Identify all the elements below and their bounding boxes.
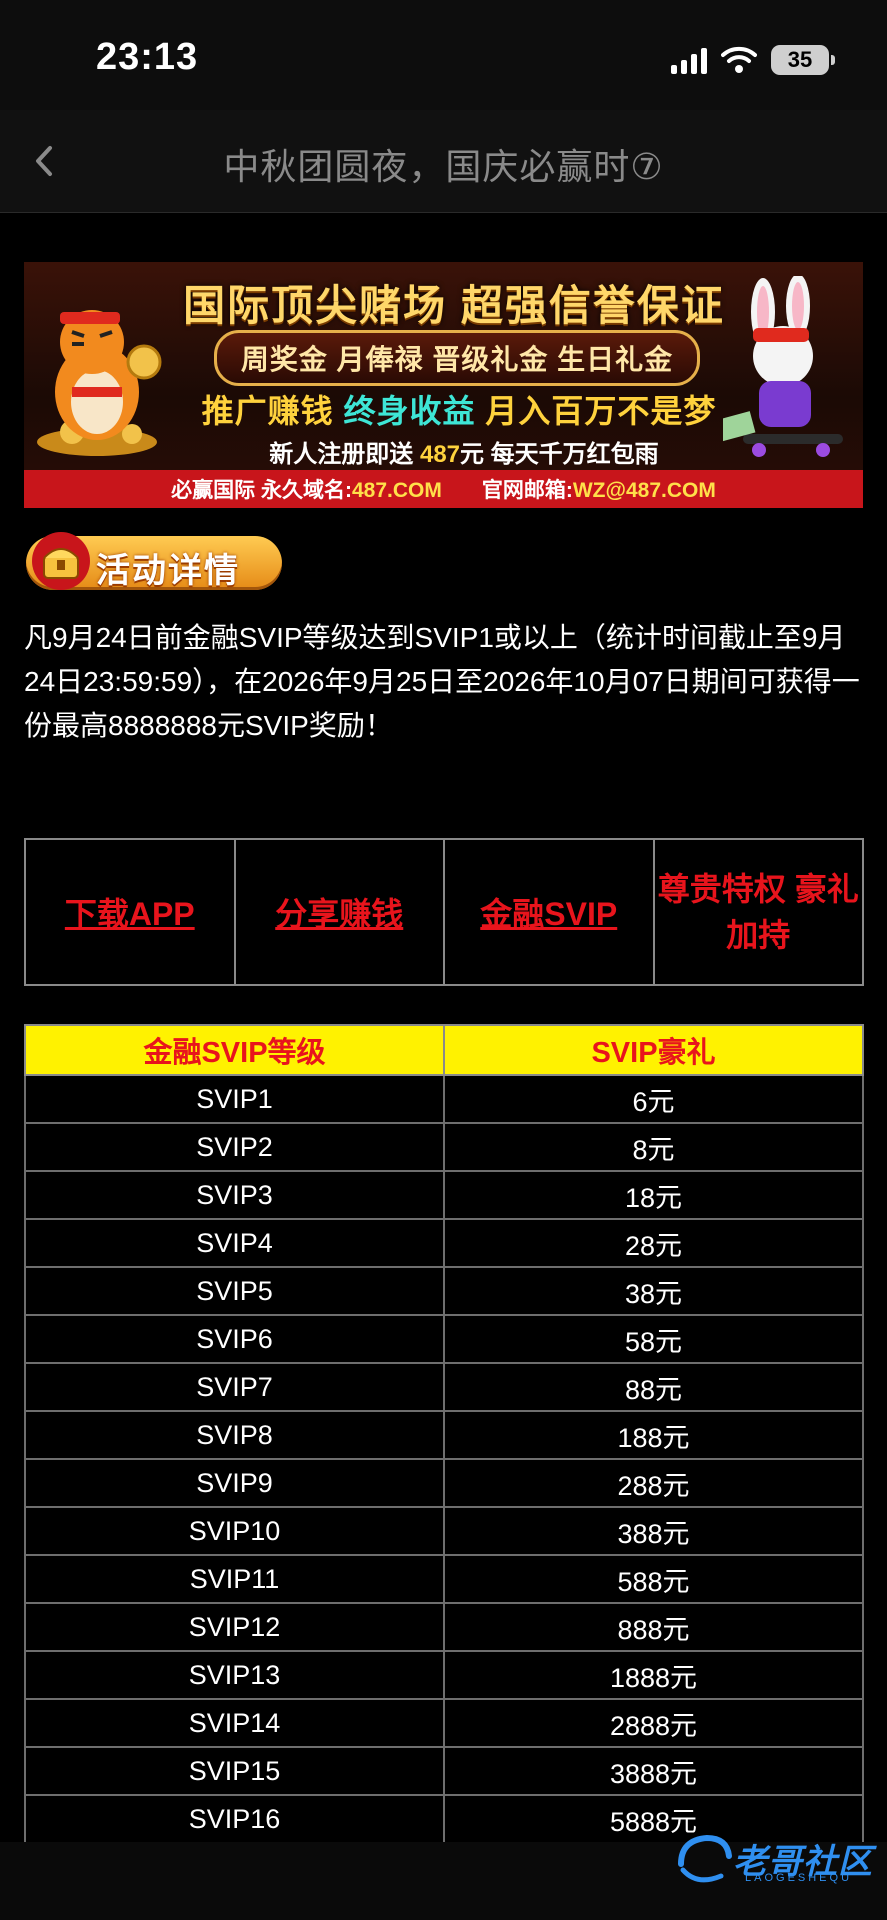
tiger-mascot-icon bbox=[37, 310, 162, 456]
footer-domain-label: 必赢国际 永久域名: bbox=[171, 479, 352, 502]
reward-cell: 28元 bbox=[443, 1218, 864, 1268]
cellular-signal-icon bbox=[671, 46, 707, 74]
status-icons: 35 bbox=[671, 42, 835, 78]
level-cell: SVIP15 bbox=[24, 1746, 445, 1796]
reward-cell: 3888元 bbox=[443, 1746, 864, 1796]
download-app-link[interactable]: 下载APP bbox=[65, 896, 195, 932]
slogan-million: 月入百万不是梦 bbox=[485, 393, 717, 429]
quick-links-row: 下载APP 分享赚钱 金融SVIP 尊贵特权 豪礼加持 bbox=[24, 838, 864, 986]
event-description: 凡9月24日前金融SVIP等级达到SVIP1或以上（统计时间截止至9月24日23… bbox=[24, 622, 860, 741]
table-row: SVIP3 18元 bbox=[24, 1170, 864, 1220]
footer-domain: 必赢国际 永久域名:487.COM bbox=[171, 474, 442, 504]
banner-slogan: 推广赚钱 终身收益 月入百万不是梦 bbox=[179, 386, 739, 432]
reward-cell: 6元 bbox=[443, 1074, 864, 1124]
header-level: 金融SVIP等级 bbox=[24, 1024, 445, 1076]
table-row: SVIP10 388元 bbox=[24, 1506, 864, 1556]
promo-banner[interactable]: 国际顶尖赌场 超强信誉保证 周奖金 月俸禄 晋级礼金 生日礼金 推广赚钱 终身收… bbox=[24, 262, 863, 508]
level-cell: SVIP7 bbox=[24, 1362, 445, 1412]
reward-cell: 18元 bbox=[443, 1170, 864, 1220]
slogan-promote: 推广赚钱 bbox=[201, 393, 334, 429]
quick-links-table: 下载APP 分享赚钱 金融SVIP 尊贵特权 豪礼加持 bbox=[24, 838, 864, 986]
watermark-logo: 老哥社区 LAOGESHEQU bbox=[673, 1826, 873, 1896]
footer-email-value: WZ@487.COM bbox=[572, 479, 716, 502]
reward-cell: 588元 bbox=[443, 1554, 864, 1604]
footer-domain-value: 487.COM bbox=[351, 479, 442, 502]
header-reward: SVIP豪礼 bbox=[443, 1024, 864, 1076]
link-cell-share: 分享赚钱 bbox=[233, 838, 445, 986]
table-row: SVIP13 1888元 bbox=[24, 1650, 864, 1700]
slogan-lifetime: 终身收益 bbox=[343, 393, 476, 429]
table-row: SVIP5 38元 bbox=[24, 1266, 864, 1316]
table-row: SVIP6 58元 bbox=[24, 1314, 864, 1364]
status-bar: 23:13 35 bbox=[0, 0, 887, 110]
level-cell: SVIP8 bbox=[24, 1410, 445, 1460]
reward-cell: 8元 bbox=[443, 1122, 864, 1172]
nav-bar: 中秋团圆夜，国庆必赢时⑦ bbox=[0, 110, 887, 213]
link-cell-download: 下载APP bbox=[24, 838, 236, 986]
reward-cell: 1888元 bbox=[443, 1650, 864, 1700]
level-cell: SVIP1 bbox=[24, 1074, 445, 1124]
watermark-subtext: LAOGESHEQU bbox=[745, 1872, 853, 1884]
reward-cell: 888元 bbox=[443, 1602, 864, 1652]
page-title: 中秋团圆夜，国庆必赢时⑦ bbox=[223, 146, 664, 187]
banner-benefits: 周奖金 月俸禄 晋级礼金 生日礼金 bbox=[214, 330, 700, 386]
reward-cell: 188元 bbox=[443, 1410, 864, 1460]
table-row: SVIP4 28元 bbox=[24, 1218, 864, 1268]
reward-cell: 38元 bbox=[443, 1266, 864, 1316]
section-title: 活动详情 bbox=[96, 552, 240, 590]
table-row: SVIP12 888元 bbox=[24, 1602, 864, 1652]
level-cell: SVIP6 bbox=[24, 1314, 445, 1364]
table-row: SVIP1 6元 bbox=[24, 1074, 864, 1124]
level-cell: SVIP14 bbox=[24, 1698, 445, 1748]
level-cell: SVIP12 bbox=[24, 1602, 445, 1652]
level-cell: SVIP13 bbox=[24, 1650, 445, 1700]
footer-email: 官网邮箱:WZ@487.COM bbox=[482, 474, 716, 504]
reward-cell: 388元 bbox=[443, 1506, 864, 1556]
privilege-text: 尊贵特权 豪礼加持 bbox=[657, 871, 859, 953]
share-earn-link[interactable]: 分享赚钱 bbox=[275, 896, 403, 932]
reward-cell: 288元 bbox=[443, 1458, 864, 1508]
section-badge: 活动详情 bbox=[26, 532, 282, 590]
promo-suffix: 元 每天千万红包雨 bbox=[460, 441, 659, 468]
promo-amount: 487 bbox=[419, 441, 461, 468]
level-cell: SVIP5 bbox=[24, 1266, 445, 1316]
level-cell: SVIP3 bbox=[24, 1170, 445, 1220]
level-cell: SVIP4 bbox=[24, 1218, 445, 1268]
battery-icon: 35 bbox=[771, 45, 835, 75]
banner-headline: 国际顶尖赌场 超强信誉保证 bbox=[183, 282, 725, 329]
promo-prefix: 新人注册即送 bbox=[269, 441, 414, 468]
table-row: SVIP14 2888元 bbox=[24, 1698, 864, 1748]
table-row: SVIP8 188元 bbox=[24, 1410, 864, 1460]
reward-cell: 2888元 bbox=[443, 1698, 864, 1748]
table-row: SVIP7 88元 bbox=[24, 1362, 864, 1412]
reward-cell: 88元 bbox=[443, 1362, 864, 1412]
table-row: SVIP2 8元 bbox=[24, 1122, 864, 1172]
level-cell: SVIP16 bbox=[24, 1794, 445, 1844]
link-cell-finance: 金融SVIP bbox=[443, 838, 655, 986]
level-cell: SVIP10 bbox=[24, 1506, 445, 1556]
status-time: 23:13 bbox=[96, 36, 199, 78]
footer-email-label: 官网邮箱: bbox=[481, 479, 573, 502]
banner-promo: 新人注册即送 487元 每天千万红包雨 bbox=[234, 434, 694, 469]
finance-svip-link[interactable]: 金融SVIP bbox=[480, 896, 617, 932]
table-row: SVIP15 3888元 bbox=[24, 1746, 864, 1796]
table-row: SVIP11 588元 bbox=[24, 1554, 864, 1604]
wifi-icon bbox=[721, 46, 757, 73]
dragon-logo-icon bbox=[678, 1834, 732, 1883]
svip-reward-table: 金融SVIP等级 SVIP豪礼 SVIP1 6元 SVIP2 8元 SVIP3 18元… bbox=[24, 1024, 864, 1844]
level-cell: SVIP9 bbox=[24, 1458, 445, 1508]
table-header-row: 金融SVIP等级 SVIP豪礼 bbox=[24, 1024, 864, 1076]
link-cell-privilege: 尊贵特权 豪礼加持 bbox=[652, 838, 864, 986]
banner-footer: 必赢国际 永久域名:487.COM 官网邮箱:WZ@487.COM bbox=[24, 470, 863, 508]
table-row: SVIP9 288元 bbox=[24, 1458, 864, 1508]
level-cell: SVIP2 bbox=[24, 1122, 445, 1172]
treasure-chest-icon bbox=[32, 532, 90, 590]
level-cell: SVIP11 bbox=[24, 1554, 445, 1604]
reward-cell: 58元 bbox=[443, 1314, 864, 1364]
